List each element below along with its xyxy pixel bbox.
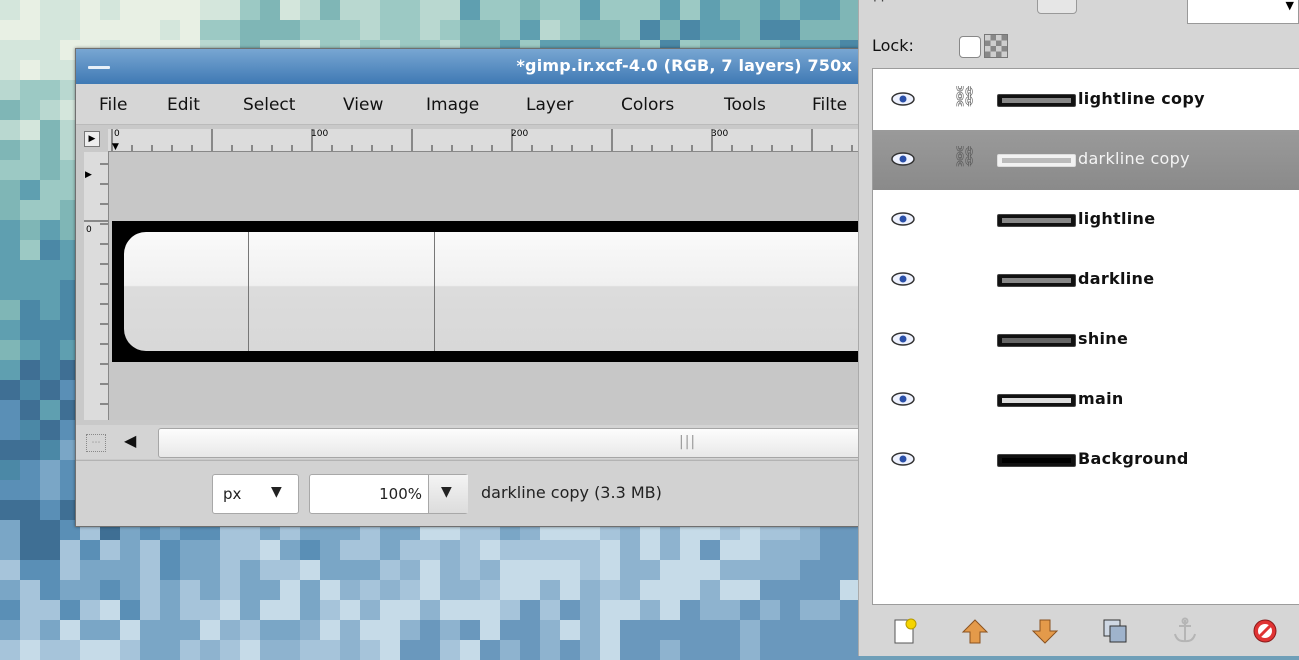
chain-icon[interactable]: ⛓ <box>952 144 977 168</box>
menu-tools[interactable]: Tools <box>724 95 766 115</box>
eye-icon[interactable] <box>890 152 916 166</box>
horizontal-scrollbar[interactable]: ||| <box>158 428 858 458</box>
scroll-left-arrow-icon[interactable]: ◀ <box>124 431 136 450</box>
chevron-down-icon: ▼ <box>271 484 282 500</box>
delete-layer-icon[interactable] <box>1250 616 1280 646</box>
opacity-field[interactable]: ▼ <box>1187 0 1299 24</box>
raise-layer-icon[interactable] <box>960 616 990 646</box>
chain-icon[interactable]: ⛓ <box>952 84 977 108</box>
ruler-label: 0 <box>86 225 92 235</box>
layer-thumbnail <box>997 394 1076 407</box>
menu-colors[interactable]: Colors <box>621 95 674 115</box>
status-bar: px ▼ 100% ▼ darkline copy (3.3 MB) <box>76 460 858 526</box>
lower-layer-icon[interactable] <box>1030 616 1060 646</box>
ruler-label: 200 <box>511 129 529 139</box>
layer-list: ⛓ lightline copy ⛓ darkline copy lightli… <box>872 68 1299 605</box>
menu-edit[interactable]: Edit <box>167 95 200 115</box>
menu-filters[interactable]: Filte <box>812 95 847 115</box>
anchor-layer-icon[interactable] <box>1170 616 1200 646</box>
layer-name: lightline <box>1078 209 1156 228</box>
ruler-pointer-icon: ▼ <box>112 142 119 152</box>
eye-icon[interactable] <box>890 92 916 106</box>
layer-row-selected[interactable]: ⛓ darkline copy <box>873 130 1299 190</box>
window-menu-icon[interactable] <box>88 66 110 69</box>
layer-thumbnail <box>997 454 1076 467</box>
image-background-layer <box>112 221 858 362</box>
layer-buttons <box>872 608 1299 656</box>
horizontal-scrollbar-area: ⋯ ◀ ||| <box>76 425 858 459</box>
ruler-label: 100 <box>311 129 329 139</box>
menu-layer[interactable]: Layer <box>526 95 573 115</box>
zoom-dropdown-button[interactable]: ▼ <box>428 475 468 513</box>
layer-row[interactable]: shine <box>873 310 1299 370</box>
layer-name: darkline <box>1078 269 1155 288</box>
menu-image[interactable]: Image <box>426 95 479 115</box>
ruler-pointer-icon: ▶ <box>85 170 92 180</box>
layer-name: Background <box>1078 449 1189 468</box>
layer-name: lightline copy <box>1078 89 1205 108</box>
vertical-ruler[interactable]: ▶ 0 <box>84 152 109 420</box>
ruler-label: 0 <box>114 129 120 139</box>
menu-view[interactable]: View <box>343 95 383 115</box>
layer-row[interactable]: Background <box>873 430 1299 490</box>
canvas[interactable] <box>109 152 858 420</box>
lock-pixels-checkbox[interactable] <box>959 36 981 58</box>
chevron-down-icon: ▼ <box>441 484 452 500</box>
layer-row[interactable]: main <box>873 370 1299 430</box>
zoom-value: 100% <box>379 485 422 503</box>
zoom-input[interactable]: 100% <box>310 475 428 513</box>
unit-value: px <box>223 485 242 503</box>
layer-row[interactable]: darkline <box>873 250 1299 310</box>
scroll-grip-icon: ||| <box>679 434 697 450</box>
quick-mask-toggle[interactable]: ▶ <box>84 131 100 147</box>
chevron-down-icon: ▼ <box>1285 0 1294 12</box>
ruler-ticks <box>111 129 853 151</box>
menu-bar: File Edit Select View Image Layer Colors… <box>76 84 858 125</box>
eye-icon[interactable] <box>890 392 916 406</box>
mode-label: · · <box>873 0 885 8</box>
eye-icon[interactable] <box>890 332 916 346</box>
unit-select[interactable]: px ▼ <box>212 474 299 514</box>
layer-row[interactable]: lightline <box>873 190 1299 250</box>
darkline <box>248 232 249 351</box>
new-layer-icon[interactable] <box>890 616 920 646</box>
image-main-bar <box>124 232 858 351</box>
layers-dock: · · ▼ Lock: ⛓ lightline copy ⛓ darkline … <box>858 0 1299 656</box>
mode-button[interactable] <box>1037 0 1077 14</box>
image-window: *gimp.ir.xcf-4.0 (RGB, 7 layers) 750x Fi… <box>75 48 859 527</box>
status-text: darkline copy (3.3 MB) <box>481 483 662 502</box>
menu-file[interactable]: File <box>99 95 127 115</box>
layer-thumbnail <box>997 274 1076 287</box>
lock-alpha-icon[interactable] <box>984 34 1008 58</box>
navigate-icon[interactable]: ⋯ <box>86 434 106 452</box>
ruler-label: 300 <box>711 129 729 139</box>
eye-icon[interactable] <box>890 272 916 286</box>
layer-name: main <box>1078 389 1124 408</box>
ruler-ticks <box>84 163 108 405</box>
zoom-combo: 100% ▼ <box>309 474 468 514</box>
layer-thumbnail <box>997 94 1076 107</box>
eye-icon[interactable] <box>890 452 916 466</box>
eye-icon[interactable] <box>890 212 916 226</box>
layer-name: darkline copy <box>1078 149 1190 168</box>
horizontal-ruler[interactable]: 0 100 200 300 ▼ <box>108 129 858 152</box>
window-title: *gimp.ir.xcf-4.0 (RGB, 7 layers) 750x <box>516 56 852 75</box>
darkline <box>434 232 435 351</box>
layer-row[interactable]: ⛓ lightline copy <box>873 70 1299 130</box>
duplicate-layer-icon[interactable] <box>1100 616 1130 646</box>
layer-thumbnail <box>997 334 1076 347</box>
layer-thumbnail <box>997 154 1076 167</box>
layer-thumbnail <box>997 214 1076 227</box>
layer-name: shine <box>1078 329 1129 348</box>
menu-select[interactable]: Select <box>243 95 295 115</box>
lock-label: Lock: <box>872 36 914 55</box>
title-bar[interactable]: *gimp.ir.xcf-4.0 (RGB, 7 layers) 750x <box>76 49 858 84</box>
